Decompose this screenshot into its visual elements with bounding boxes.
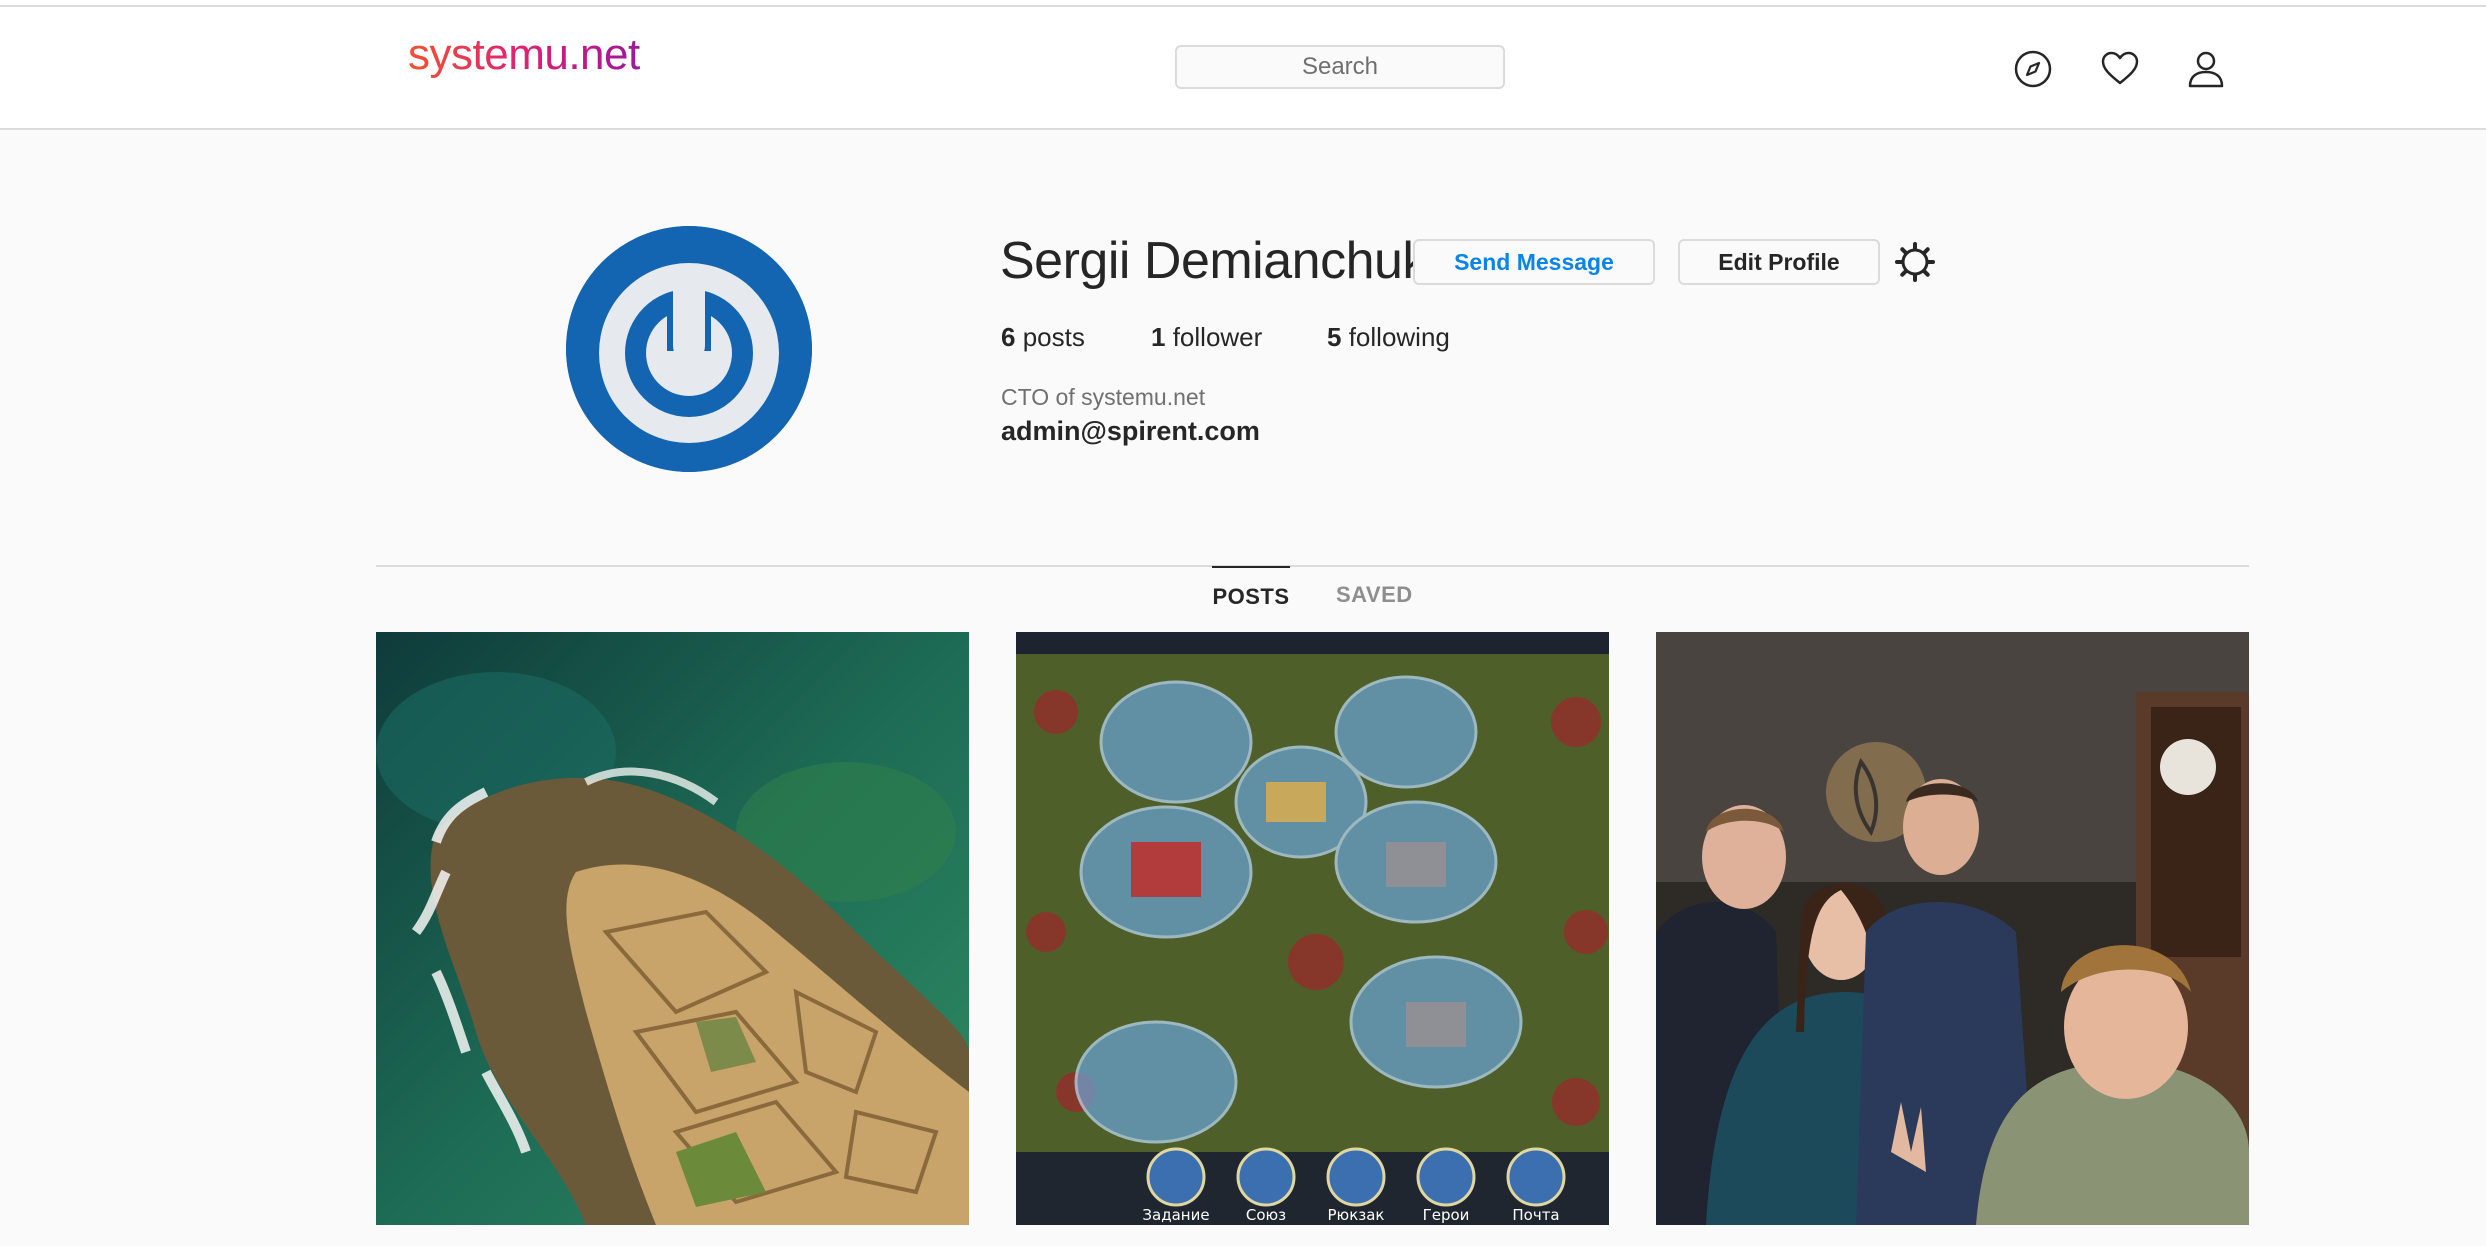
search-input[interactable] [1175, 45, 1505, 89]
tabs-divider [376, 565, 2249, 567]
settings-gear-icon[interactable] [1893, 240, 1937, 284]
heart-icon[interactable] [2098, 47, 2142, 91]
top-navigation-bar: systemu.net [0, 7, 2486, 130]
game-label: Рюкзак [1328, 1206, 1385, 1224]
tab-saved[interactable]: SAVED [1336, 566, 1413, 624]
compass-icon[interactable] [2011, 47, 2055, 91]
game-label: Герои [1423, 1206, 1470, 1224]
followers-stat[interactable]: 1 follower [1151, 320, 1262, 354]
post-thumbnail-game[interactable]: Задание Союз Рюкзак Герои Почта [1016, 632, 1609, 1225]
profile-email: admin@spirent.com [1001, 416, 1260, 446]
user-icon[interactable] [2184, 47, 2228, 91]
profile-username: Sergii Demianchuk [1000, 232, 1428, 290]
tab-posts[interactable]: POSTS [1212, 566, 1290, 626]
site-logo[interactable]: systemu.net [408, 25, 640, 85]
profile-bio: CTO of systemu.net [1001, 384, 1206, 410]
following-stat[interactable]: 5 following [1327, 320, 1450, 354]
edit-profile-button[interactable]: Edit Profile [1678, 239, 1880, 285]
send-message-button[interactable]: Send Message [1413, 239, 1655, 285]
profile-avatar[interactable] [566, 226, 812, 472]
game-label: Почта [1512, 1206, 1559, 1224]
post-thumbnail-group-photo[interactable] [1656, 632, 2249, 1225]
post-thumbnail-coastline[interactable] [376, 632, 969, 1225]
browser-top-edge [0, 0, 2486, 7]
game-label: Задание [1142, 1206, 1209, 1224]
game-label: Союз [1246, 1206, 1286, 1224]
posts-count-stat: 6 posts [1001, 322, 1085, 352]
